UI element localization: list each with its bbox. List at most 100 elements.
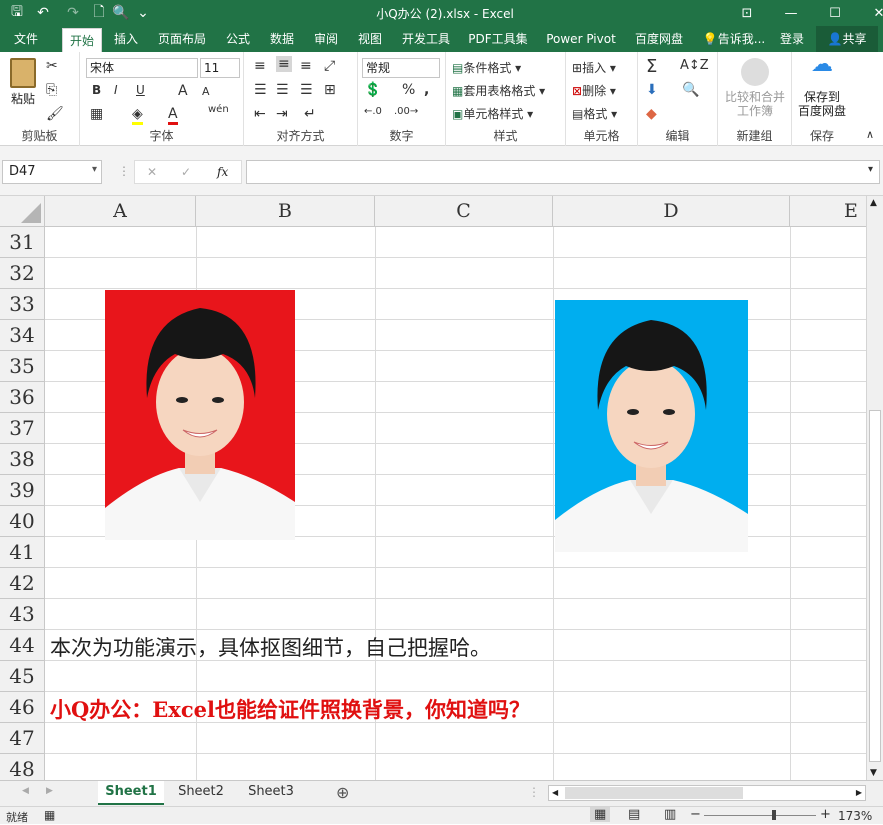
sheet-tab-sheet1[interactable]: Sheet1 xyxy=(98,781,164,805)
insert-cells-button[interactable]: ⊞插入 ▾ xyxy=(572,59,616,76)
tab-home[interactable]: 开始 xyxy=(62,28,102,52)
undo-icon[interactable]: ↶ xyxy=(28,5,58,21)
login-link[interactable]: 登录 xyxy=(774,26,810,52)
horizontal-scroll-thumb[interactable] xyxy=(565,787,743,799)
tab-power-pivot[interactable]: Power Pivot xyxy=(540,26,622,52)
prev-sheet-icon[interactable]: ◀ xyxy=(22,786,29,796)
cell-styles-button[interactable]: ▣单元格样式 ▾ xyxy=(452,105,533,122)
autosum-icon[interactable]: Σ xyxy=(646,56,657,77)
border-icon[interactable]: ▦ xyxy=(90,106,103,122)
column-header-e[interactable]: E xyxy=(790,196,866,227)
row-header[interactable]: 39 xyxy=(0,475,45,506)
next-sheet-icon[interactable]: ▶ xyxy=(46,786,53,796)
currency-icon[interactable]: 💲 xyxy=(364,82,381,98)
percent-button[interactable]: % xyxy=(402,82,415,98)
copy-icon[interactable]: ⎘ xyxy=(46,82,57,98)
italic-button[interactable]: I xyxy=(114,83,118,97)
zoom-out-button[interactable]: − xyxy=(690,807,701,822)
select-all-corner[interactable] xyxy=(0,196,45,227)
sort-filter-icon[interactable]: A↕Z xyxy=(680,58,709,73)
sheet-tab-sheet3[interactable]: Sheet3 xyxy=(238,781,304,805)
font-size-select[interactable]: 11 xyxy=(200,58,240,78)
scroll-down-icon[interactable]: ▼ xyxy=(870,768,877,778)
align-right-icon[interactable]: ☰ xyxy=(300,82,313,98)
fill-color-icon[interactable]: ◈ xyxy=(132,106,143,125)
row-header[interactable]: 46 xyxy=(0,692,45,723)
tab-data[interactable]: 数据 xyxy=(262,26,302,52)
cell-a46[interactable]: 小Q办公：Excel也能给证件照换背景，你知道吗？ xyxy=(50,694,530,724)
compare-merge-button[interactable]: 比较和合并 工作簿 xyxy=(720,58,790,118)
row-header[interactable]: 35 xyxy=(0,351,45,382)
delete-cells-button[interactable]: ⊠删除 ▾ xyxy=(572,82,616,99)
collapse-ribbon-icon[interactable]: ∧ xyxy=(866,128,874,141)
save-icon[interactable]: 🖫 xyxy=(6,1,28,25)
cancel-icon[interactable]: ✕ xyxy=(147,163,157,181)
decrease-indent-icon[interactable]: ⇤ xyxy=(254,106,266,122)
merge-center-icon[interactable]: ⊞ xyxy=(324,82,336,98)
scroll-up-icon[interactable]: ▲ xyxy=(870,198,877,208)
row-header[interactable]: 42 xyxy=(0,568,45,599)
tab-insert[interactable]: 插入 xyxy=(106,26,146,52)
tab-formulas[interactable]: 公式 xyxy=(218,26,258,52)
print-preview-icon[interactable]: 🔍 xyxy=(110,5,132,21)
zoom-level[interactable]: 173% xyxy=(838,809,872,823)
row-header[interactable]: 47 xyxy=(0,723,45,754)
align-left-icon[interactable]: ☰ xyxy=(254,82,267,98)
row-header[interactable]: 31 xyxy=(0,227,45,258)
close-icon[interactable]: ✕ xyxy=(857,6,883,21)
orientation-icon[interactable]: ⤢ xyxy=(324,58,335,74)
row-header[interactable]: 41 xyxy=(0,537,45,568)
shrink-font-button[interactable]: A xyxy=(202,85,210,98)
cut-icon[interactable]: ✂ xyxy=(46,58,58,74)
vertical-scrollbar[interactable]: ▲ ▼ xyxy=(866,196,883,780)
ribbon-display-icon[interactable]: ⊡ xyxy=(725,6,769,21)
font-name-select[interactable]: 宋体 xyxy=(86,58,198,78)
row-header[interactable]: 45 xyxy=(0,661,45,692)
tab-split-grip-icon[interactable]: ⋮ xyxy=(528,785,540,799)
row-header[interactable]: 34 xyxy=(0,320,45,351)
font-color-icon[interactable]: A xyxy=(168,106,178,125)
find-select-icon[interactable]: 🔍 xyxy=(682,82,699,98)
align-bottom-icon[interactable]: ≡ xyxy=(300,58,312,74)
tab-review[interactable]: 审阅 xyxy=(306,26,346,52)
phonetic-icon[interactable]: wén xyxy=(208,104,229,115)
row-header[interactable]: 32 xyxy=(0,258,45,289)
row-header[interactable]: 43 xyxy=(0,599,45,630)
increase-decimal-icon[interactable]: ←.0 xyxy=(364,106,382,117)
tab-page-layout[interactable]: 页面布局 xyxy=(150,26,214,52)
format-cells-button[interactable]: ▤格式 ▾ xyxy=(572,105,617,122)
row-header[interactable]: 48 xyxy=(0,754,45,780)
row-header[interactable]: 38 xyxy=(0,444,45,475)
scroll-thumb[interactable] xyxy=(869,410,881,762)
fill-down-icon[interactable]: ⬇ xyxy=(646,82,658,98)
row-header[interactable]: 36 xyxy=(0,382,45,413)
maximize-icon[interactable]: ☐ xyxy=(813,6,857,21)
new-file-icon[interactable]: 🗋 xyxy=(88,1,110,25)
formula-input[interactable] xyxy=(246,160,880,184)
worksheet-grid[interactable]: A B C D E 31 32 33 34 35 36 37 38 39 40 41 42 43 44 45… xyxy=(0,196,866,780)
customize-qat-icon[interactable]: ⌄ xyxy=(132,5,154,21)
insert-function-icon[interactable]: fx xyxy=(217,163,228,181)
align-middle-icon[interactable]: ≡ xyxy=(276,56,292,72)
save-to-baidu-button[interactable]: ☁ 保存到 百度网盘 xyxy=(792,54,852,119)
cell-a44[interactable]: 本次为功能演示，具体抠图细节，自己把握哈。 xyxy=(50,632,491,662)
name-box-dropdown-icon[interactable]: ▾ xyxy=(92,164,97,175)
column-header-a[interactable]: A xyxy=(45,196,196,227)
column-header-b[interactable]: B xyxy=(196,196,375,227)
id-photo-red[interactable] xyxy=(105,290,295,540)
zoom-in-button[interactable]: + xyxy=(820,807,831,822)
sheet-tab-sheet2[interactable]: Sheet2 xyxy=(168,781,234,805)
format-painter-icon[interactable]: 🖌 xyxy=(46,106,64,122)
grow-font-button[interactable]: A xyxy=(178,83,188,99)
wrap-text-icon[interactable]: ↵ xyxy=(304,106,316,122)
zoom-slider[interactable] xyxy=(704,810,816,820)
tab-pdf-tools[interactable]: PDF工具集 xyxy=(462,26,534,52)
conditional-format-button[interactable]: ▤条件格式 ▾ xyxy=(452,59,521,76)
format-as-table-button[interactable]: ▦套用表格格式 ▾ xyxy=(452,82,545,99)
decrease-decimal-icon[interactable]: .00→ xyxy=(394,106,418,117)
tab-file[interactable]: 文件 xyxy=(4,26,48,52)
underline-button[interactable]: U xyxy=(136,83,145,97)
number-format-select[interactable]: 常规 xyxy=(362,58,440,78)
name-box[interactable]: D47 xyxy=(2,160,102,184)
increase-indent-icon[interactable]: ⇥ xyxy=(276,106,288,122)
